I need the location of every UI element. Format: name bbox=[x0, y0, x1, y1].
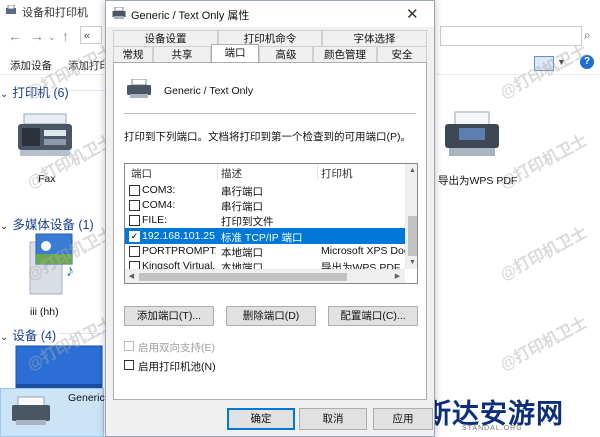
tab-font-selection[interactable]: 字体选择 bbox=[322, 30, 427, 46]
ports-description: 打印到下列端口。文档将打印到第一个检查到的可用端口(P)。 bbox=[124, 131, 411, 143]
watermark: @打印机卫士 bbox=[497, 314, 591, 375]
printer-icon bbox=[112, 7, 126, 19]
port-row[interactable]: COM3: 串行端口 bbox=[125, 182, 405, 198]
search-box[interactable] bbox=[440, 26, 582, 46]
apply-button[interactable]: 应用 bbox=[373, 408, 433, 430]
port-cell-port: 192.168.101.251 bbox=[142, 229, 216, 242]
printer-pooling-label: 启用打印机池(N) bbox=[138, 361, 216, 373]
port-cell-port: PORTPROMPT: bbox=[142, 244, 216, 257]
horizontal-scrollbar[interactable]: ◀ ▶ bbox=[125, 269, 405, 283]
tab-advanced[interactable]: 高级 bbox=[259, 46, 313, 62]
port-row[interactable]: FILE: 打印到文件 bbox=[125, 212, 405, 228]
bidirectional-checkbox[interactable] bbox=[124, 341, 134, 351]
scrollbar-thumb[interactable] bbox=[139, 273, 347, 281]
port-checkbox[interactable] bbox=[129, 215, 140, 227]
port-checkbox[interactable] bbox=[129, 200, 140, 212]
bidirectional-label: 启用双向支持(E) bbox=[138, 342, 215, 354]
up-arrow-icon[interactable]: ↑ bbox=[62, 28, 69, 44]
watermark: @打印机卫士 bbox=[497, 132, 591, 193]
tab-general[interactable]: 常规 bbox=[113, 46, 153, 62]
tab-sharing[interactable]: 共享 bbox=[153, 46, 211, 62]
ok-button[interactable]: 确定 bbox=[227, 408, 295, 430]
add-port-button[interactable]: 添加端口(T)... bbox=[124, 306, 214, 326]
chevron-down-icon: ⌄ bbox=[0, 89, 9, 100]
scroll-right-icon[interactable]: ▶ bbox=[391, 270, 404, 283]
printer-folder-icon bbox=[6, 5, 16, 14]
search-icon[interactable]: ⌕ bbox=[584, 28, 591, 43]
port-cell-port: COM4: bbox=[142, 199, 176, 212]
port-row[interactable]: PORTPROMPT:本地端口Microsoft XPS Docum bbox=[125, 243, 405, 259]
dialog-title: Generic / Text Only 属性 bbox=[131, 10, 250, 22]
port-row[interactable]: ✓ 192.168.101.251 标准 TCP/IP 端口 bbox=[125, 227, 405, 244]
delete-port-button[interactable]: 删除端口(D) bbox=[226, 306, 316, 326]
printer-icon bbox=[127, 79, 151, 98]
site-logo: 斯达安游网 STANDAL.ORG bbox=[424, 392, 574, 432]
divider bbox=[124, 113, 416, 114]
scroll-down-icon[interactable]: ▼ bbox=[406, 256, 417, 269]
port-cell-port: COM3: bbox=[142, 184, 176, 196]
printer-properties-dialog: Generic / Text Only 属性 ✕ 设备设置 打印机命令 字体选择… bbox=[105, 0, 435, 437]
scroll-up-icon[interactable]: ▲ bbox=[406, 164, 417, 177]
configure-port-button[interactable]: 配置端口(C)... bbox=[328, 306, 418, 326]
port-row[interactable]: COM4: 串行端口 bbox=[125, 197, 405, 213]
port-list[interactable]: 端口 描述 打印机 COM3: 串行端口 COM4: 串行端口 FILE: 打印到文件 ✓ 1… bbox=[124, 163, 418, 284]
column-header-port[interactable]: 端口 bbox=[131, 166, 152, 181]
recent-chevron-icon[interactable]: ⌄ bbox=[48, 32, 56, 43]
column-divider bbox=[217, 164, 218, 180]
dialog-titlebar: Generic / Text Only 属性 ✕ bbox=[106, 1, 434, 27]
close-icon[interactable]: ✕ bbox=[406, 5, 419, 23]
device-label-media: iii (hh) bbox=[30, 306, 59, 318]
column-header-printer[interactable]: 打印机 bbox=[321, 166, 353, 181]
port-checkbox[interactable] bbox=[129, 185, 140, 196]
tab-ports[interactable]: 端口 bbox=[211, 44, 259, 62]
column-header-description[interactable]: 描述 bbox=[221, 166, 242, 181]
ports-tab-panel: Generic / Text Only 打印到下列端口。文档将打印到第一个检查到… bbox=[113, 62, 427, 400]
vertical-scrollbar[interactable]: ▲ ▼ bbox=[405, 164, 417, 269]
port-checkbox[interactable] bbox=[129, 245, 140, 257]
site-logo-subtext: STANDAL.ORG bbox=[462, 425, 523, 432]
port-cell-port: FILE: bbox=[142, 214, 168, 227]
printer-pooling-checkbox[interactable] bbox=[124, 360, 134, 370]
tab-security[interactable]: 安全 bbox=[377, 46, 427, 62]
port-cell-printer: Microsoft XPS Docum bbox=[321, 244, 405, 257]
port-checkbox[interactable]: ✓ bbox=[129, 230, 140, 242]
address-text: « bbox=[84, 30, 91, 42]
scrollbar-thumb[interactable] bbox=[408, 216, 417, 256]
scroll-left-icon[interactable]: ◀ bbox=[125, 270, 138, 283]
forward-arrow-icon[interactable]: → bbox=[30, 28, 44, 44]
group-multimedia-label: 多媒体设备 (1) bbox=[12, 218, 94, 232]
group-multimedia[interactable]: ⌄ 多媒体设备 (1) bbox=[0, 214, 94, 233]
cancel-button[interactable]: 取消 bbox=[299, 408, 367, 430]
chevron-down-icon: ⌄ bbox=[0, 332, 9, 343]
back-arrow-icon[interactable]: ← bbox=[8, 28, 22, 44]
printer-name: Generic / Text Only bbox=[164, 85, 254, 97]
group-divider bbox=[68, 90, 108, 91]
device-label-generic: Generic bbox=[68, 392, 105, 404]
tab-color-management[interactable]: 颜色管理 bbox=[313, 46, 377, 62]
column-divider bbox=[317, 164, 318, 180]
printer-icon bbox=[12, 396, 50, 425]
tab-device-settings[interactable]: 设备设置 bbox=[113, 30, 218, 46]
window-title: 设备和打印机 bbox=[22, 7, 88, 19]
chevron-down-icon: ⌄ bbox=[0, 221, 9, 232]
printer-icon[interactable] bbox=[443, 110, 501, 158]
watermark: @打印机卫士 bbox=[497, 224, 591, 285]
